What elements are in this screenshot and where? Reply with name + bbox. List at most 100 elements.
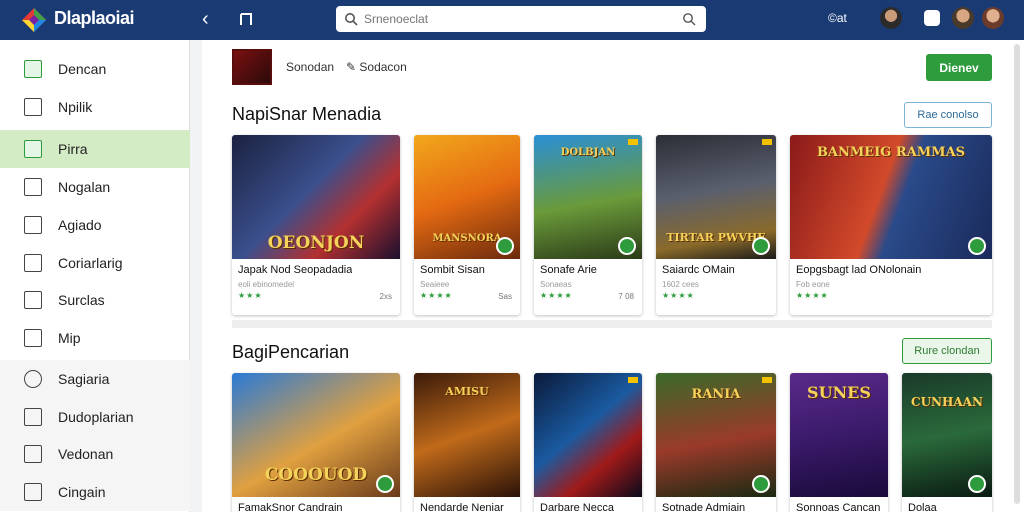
app-card-art-text: COOOUOD [264, 465, 368, 485]
bookmark-icon[interactable] [238, 8, 254, 30]
box-icon [24, 291, 42, 309]
sidebar-item-pirra[interactable]: Pirra [0, 130, 190, 168]
app-card-art-text: BANMEIG RAMMAS [816, 145, 966, 160]
sidebar-item-label: Surclas [58, 292, 105, 308]
table-icon [24, 329, 42, 347]
user-icon [24, 483, 42, 501]
app-card[interactable]: TIRTAR PWVHE Saiardc OMain 1602 cees ★★★… [656, 135, 776, 315]
sidebar-item-dudoplarian[interactable]: Dudoplarian [0, 398, 190, 436]
app-card[interactable]: SUNES Sonnoas Cancan [790, 373, 888, 512]
document-icon [24, 98, 42, 116]
sidebar-item-vedonan[interactable]: Vedonan [0, 435, 190, 473]
search-bar[interactable] [336, 6, 706, 32]
app-card-subtitle: Seaieee [420, 280, 450, 289]
sidebar-item-npilik[interactable]: Npilik [0, 88, 190, 126]
verified-badge-icon [376, 475, 394, 493]
app-card-art: AMISU [414, 373, 520, 497]
filter-search-icon[interactable] [682, 12, 696, 26]
app-card-title: Saiardc OMain [662, 264, 735, 276]
sidebar-item-label: Coriarlarig [58, 255, 123, 271]
grid-icon [24, 140, 42, 158]
rating-stars: ★★★★ [662, 291, 695, 300]
sidebar-item-nogalan[interactable]: Nogalan [0, 168, 190, 206]
app-card-art-text: SUNES [807, 383, 871, 402]
see-more-button[interactable]: Rae conolso [904, 102, 992, 128]
app-card-title: Sombit Sisan [420, 264, 485, 276]
rating-stars: ★★★ [238, 291, 263, 300]
app-card-size: 7 08 [618, 292, 634, 301]
app-card[interactable]: OEONJON Japak Nod Seopadadia eoli ebinom… [232, 135, 400, 315]
list-icon [24, 254, 42, 272]
search-input[interactable] [364, 12, 664, 26]
app-card[interactable]: BANMEIG RAMMAS Eopgsbagt lad ONolonain F… [790, 135, 992, 315]
sidebar-item-label: Dencan [58, 61, 107, 77]
app-card-size: 2xs [379, 292, 392, 301]
main-content: Sonodan ✎ Sodacon Dienev NapiSnar Menadi… [202, 40, 1024, 512]
verified-badge-icon [618, 237, 636, 255]
sidebar-item-coriarlarig[interactable]: Coriarlarig [0, 244, 190, 282]
promo-tag [628, 139, 638, 145]
developer-avatar[interactable] [232, 49, 272, 85]
app-logo-icon[interactable] [20, 6, 48, 34]
page-icon [24, 445, 42, 463]
app-card-title: FamakSnor Candrain [238, 502, 343, 512]
promo-tag [628, 377, 638, 383]
edit-icon [24, 216, 42, 234]
user-avatar[interactable] [880, 7, 902, 29]
rating-stars: ★★★★ [796, 291, 829, 300]
notification-icon[interactable] [924, 10, 940, 26]
sidebar-item-mip[interactable]: Mip [0, 319, 190, 357]
app-card-art-text: OEONJON [267, 233, 365, 253]
app-card-title: Nendarde Neniar [420, 502, 504, 512]
app-card-title: Sonafe Arie [540, 264, 597, 276]
app-card[interactable]: MANSNORA Sombit Sisan Seaieee ★★★★ Sas [414, 135, 520, 315]
sidebar-item-label: Dudoplarian [58, 409, 134, 425]
app-card-title: Eopgsbagt lad ONolonain [796, 264, 922, 276]
app-card[interactable]: RANIA Sotnade Admiain [656, 373, 776, 512]
chart-icon [24, 60, 42, 78]
account-status-text[interactable]: ©at [828, 11, 847, 25]
app-card[interactable]: Darbare Necca [534, 373, 642, 512]
scrollbar[interactable] [1014, 44, 1020, 504]
sidebar: Dencan Npilik Pirra Nogalan Agiado Coria… [0, 40, 190, 512]
app-card[interactable]: CUNHAAN Dolaa [902, 373, 992, 512]
sidebar-item-sagiaria[interactable]: Sagiaria [0, 360, 190, 398]
app-card[interactable]: AMISU Nendarde Neniar [414, 373, 520, 512]
app-card-art [534, 373, 642, 497]
sidebar-item-label: Pirra [58, 141, 88, 157]
app-card-title: Japak Nod Seopadadia [238, 264, 353, 276]
shield-icon [24, 178, 42, 196]
sidebar-item-label: Mip [58, 330, 81, 346]
sidebar-item-dencan[interactable]: Dencan [0, 50, 190, 88]
top-bar: Dlaplaoiai ‹ ©at [0, 0, 1024, 40]
app-card-art: OEONJON [232, 135, 400, 259]
rating-stars: ★★★★ [540, 291, 573, 300]
app-card-title: Sonnoas Cancan [796, 502, 881, 512]
sidebar-item-label: Cingain [58, 484, 106, 500]
sidebar-item-surclas[interactable]: Surclas [0, 281, 190, 319]
app-card-subtitle: Sonaeas [540, 280, 572, 289]
sidebar-item-label: Sagiaria [58, 371, 110, 387]
see-more-button[interactable]: Rure clondan [902, 338, 992, 364]
back-arrow-icon[interactable]: ‹ [202, 8, 220, 30]
verified-badge-icon [752, 475, 770, 493]
app-card[interactable]: DOLBJAN Sonafe Arie Sonaeas ★★★★ 7 08 [534, 135, 642, 315]
promo-tag [762, 377, 772, 383]
app-card-art: COOOUOD [232, 373, 400, 497]
sidebar-item-label: Npilik [58, 99, 93, 115]
developer-name[interactable]: Sonodan [286, 60, 334, 74]
verified-badge-icon [752, 237, 770, 255]
user-avatar-3[interactable] [982, 7, 1004, 29]
sidebar-item-agiado[interactable]: Agiado [0, 206, 190, 244]
app-card[interactable]: COOOUOD FamakSnor Candrain [232, 373, 400, 512]
verified-badge-icon [968, 475, 986, 493]
app-card-title: Dolaa [908, 502, 937, 512]
install-button[interactable]: Dienev [926, 54, 992, 81]
sidebar-item-cingain[interactable]: Cingain [0, 473, 190, 511]
promo-tag [762, 139, 772, 145]
user-avatar-2[interactable] [952, 7, 974, 29]
app-card-art: SUNES [790, 373, 888, 497]
app-card-art-text: DOLBJAN [560, 147, 616, 158]
developer-link[interactable]: ✎ Sodacon [346, 60, 407, 74]
app-card-art-text: RANIA [691, 387, 741, 402]
